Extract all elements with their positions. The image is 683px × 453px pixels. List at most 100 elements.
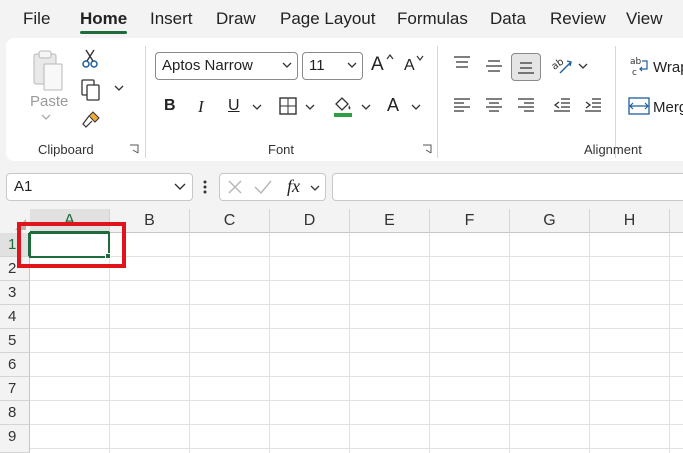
copy-icon[interactable] bbox=[80, 78, 102, 102]
grid-line bbox=[349, 233, 350, 453]
paste-chevron-icon[interactable] bbox=[40, 112, 52, 122]
name-box-value: A1 bbox=[14, 178, 33, 195]
clipboard-launcher-icon[interactable] bbox=[129, 144, 139, 154]
clipboard-group-label: Clipboard bbox=[38, 142, 94, 157]
chevron-down-icon[interactable] bbox=[310, 181, 320, 199]
font-size-value: 11 bbox=[309, 57, 325, 74]
font-size-select[interactable]: 11 bbox=[302, 52, 363, 80]
row-header-8[interactable]: 8 bbox=[0, 401, 30, 425]
orientation-chevron-icon[interactable] bbox=[577, 61, 589, 71]
row-header-3[interactable]: 3 bbox=[0, 281, 30, 305]
column-header-f[interactable]: F bbox=[430, 209, 510, 233]
formula-bar: A1 fx bbox=[0, 168, 683, 206]
underline-button[interactable]: U bbox=[228, 97, 240, 115]
chevron-down-icon bbox=[282, 58, 292, 76]
merge-center-button[interactable]: Merg bbox=[653, 99, 683, 116]
grid-line bbox=[30, 352, 683, 353]
align-center-icon[interactable] bbox=[484, 97, 504, 113]
menu-insert[interactable]: Insert bbox=[150, 9, 193, 29]
menu-formulas[interactable]: Formulas bbox=[397, 9, 468, 29]
alignment-group-label: Alignment bbox=[584, 142, 642, 157]
orientation-icon[interactable]: ab bbox=[549, 54, 575, 76]
svg-text:c: c bbox=[632, 68, 637, 77]
cut-icon[interactable] bbox=[80, 48, 100, 70]
grow-font-button[interactable]: A bbox=[371, 54, 384, 76]
grid-line bbox=[669, 233, 670, 453]
font-color-button[interactable]: A bbox=[387, 95, 399, 116]
borders-chevron-icon[interactable] bbox=[304, 102, 316, 112]
column-header-d[interactable]: D bbox=[270, 209, 350, 233]
shrink-arrow-icon bbox=[416, 54, 424, 62]
shrink-font-button[interactable]: A bbox=[404, 57, 415, 75]
grid-line bbox=[30, 304, 683, 305]
font-family-select[interactable]: Aptos Narrow bbox=[155, 52, 298, 80]
row-header-5[interactable]: 5 bbox=[0, 329, 30, 353]
column-header-e[interactable]: E bbox=[350, 209, 430, 233]
menu-review[interactable]: Review bbox=[550, 9, 606, 29]
chevron-down-icon bbox=[347, 58, 357, 76]
row-header-7[interactable]: 7 bbox=[0, 377, 30, 401]
grid-line bbox=[269, 233, 270, 453]
font-color-chevron-icon[interactable] bbox=[410, 102, 422, 112]
name-box[interactable]: A1 bbox=[6, 173, 193, 201]
fill-color-icon[interactable] bbox=[332, 94, 354, 118]
decrease-indent-icon[interactable] bbox=[552, 97, 572, 113]
align-bottom-icon[interactable] bbox=[511, 53, 541, 81]
more-options-icon[interactable] bbox=[202, 179, 208, 195]
align-right-icon[interactable] bbox=[516, 97, 536, 113]
fill-color-chevron-icon[interactable] bbox=[360, 102, 372, 112]
formula-actions: fx bbox=[219, 173, 326, 201]
menu-data[interactable]: Data bbox=[490, 9, 526, 29]
svg-text:ab: ab bbox=[630, 57, 642, 67]
grid-line bbox=[589, 233, 590, 453]
wrap-text-button[interactable]: Wrap bbox=[653, 59, 683, 76]
grid-line bbox=[30, 424, 683, 425]
wrap-text-icon[interactable]: ab c bbox=[627, 54, 651, 78]
grow-arrow-icon bbox=[386, 53, 394, 61]
underline-chevron-icon[interactable] bbox=[251, 102, 263, 112]
font-family-value: Aptos Narrow bbox=[162, 57, 253, 74]
menu-home[interactable]: Home bbox=[80, 9, 127, 29]
highlight-box bbox=[17, 222, 126, 268]
enter-icon[interactable] bbox=[254, 179, 272, 200]
column-header-c[interactable]: C bbox=[190, 209, 270, 233]
row-header-9[interactable]: 9 bbox=[0, 425, 30, 453]
menu-page-layout[interactable]: Page Layout bbox=[280, 9, 375, 29]
align-left-icon[interactable] bbox=[452, 97, 472, 113]
font-launcher-icon[interactable] bbox=[422, 144, 432, 154]
insert-function-button[interactable]: fx bbox=[287, 176, 300, 197]
align-top-icon[interactable] bbox=[452, 55, 472, 71]
grid-line bbox=[189, 233, 190, 453]
menu-view[interactable]: View bbox=[626, 9, 663, 29]
ribbon: Paste Clipboard Aptos Narrow 11 A A B I … bbox=[6, 38, 683, 161]
row-header-4[interactable]: 4 bbox=[0, 305, 30, 329]
increase-indent-icon[interactable] bbox=[583, 97, 603, 113]
column-header-h[interactable]: H bbox=[590, 209, 670, 233]
copy-chevron-icon[interactable] bbox=[112, 82, 126, 94]
menu-bar: File Home Insert Draw Page Layout Formul… bbox=[0, 0, 683, 38]
grid-line bbox=[30, 280, 683, 281]
menu-draw[interactable]: Draw bbox=[216, 9, 256, 29]
column-header-g[interactable]: G bbox=[510, 209, 590, 233]
align-middle-icon[interactable] bbox=[484, 58, 504, 74]
cancel-icon[interactable] bbox=[227, 179, 243, 200]
bold-button[interactable]: B bbox=[164, 97, 176, 115]
grid-line bbox=[429, 233, 430, 453]
format-painter-icon[interactable] bbox=[80, 109, 102, 131]
merge-center-icon[interactable] bbox=[627, 95, 651, 117]
group-separator bbox=[437, 46, 438, 158]
font-group-label: Font bbox=[268, 142, 295, 157]
italic-button[interactable]: I bbox=[198, 97, 204, 117]
menu-file[interactable]: File bbox=[23, 9, 50, 29]
grid-line bbox=[30, 448, 683, 449]
chevron-down-icon[interactable] bbox=[174, 178, 186, 198]
row-header-6[interactable]: 6 bbox=[0, 353, 30, 377]
grid-line bbox=[30, 400, 683, 401]
column-header-partial[interactable] bbox=[670, 209, 683, 233]
grid-line bbox=[509, 233, 510, 453]
formula-input[interactable] bbox=[332, 173, 683, 201]
paste-button[interactable]: Paste bbox=[30, 93, 68, 110]
active-tab-indicator bbox=[80, 31, 127, 34]
paste-icon[interactable] bbox=[28, 48, 68, 94]
borders-icon[interactable] bbox=[278, 96, 298, 116]
